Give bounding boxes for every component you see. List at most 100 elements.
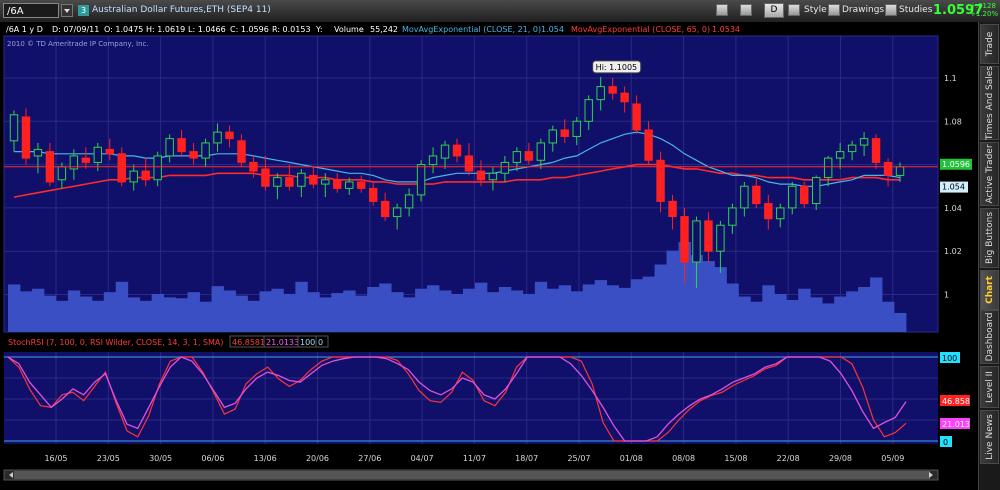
candle-body (440, 144, 450, 159)
side-tab-panel: Trade Times And Sales Active Trader Big … (978, 22, 1000, 490)
symbol-dropdown-icon[interactable] (61, 4, 73, 17)
lower-pane-background (4, 352, 938, 444)
date-tick-label: 27/06 (358, 454, 381, 463)
candle-body (261, 168, 270, 187)
volume-bar (738, 296, 751, 332)
tab-trade[interactable]: Trade (980, 24, 999, 64)
tab-big-buttons[interactable]: Big Buttons (980, 208, 999, 268)
volume-bar (894, 312, 907, 332)
candle-body (416, 164, 426, 196)
volume-bar (379, 283, 392, 332)
volume-bar (31, 288, 45, 332)
lower-header: StochRSI (7, 100, 0, RSI Wilder, CLOSE, … (4, 335, 938, 349)
axis-badge-k: 46.858 (942, 397, 970, 406)
volume-bar (726, 283, 739, 332)
price-tick-label: 1.04 (944, 204, 962, 213)
volume-bar (415, 288, 428, 332)
tab-active-trader[interactable]: Active Trader (980, 142, 999, 206)
volume-bar (439, 290, 452, 332)
high-marker: Hi: 1.1005 (592, 60, 642, 74)
header-ema65-label: MovAvgExponential (CLOSE, 65, 0) (571, 25, 710, 34)
candle-body (392, 207, 402, 218)
stochrsi-k-value: 46.8581 (232, 338, 265, 347)
candle-body (345, 181, 354, 189)
date-tick-label: 18/07 (515, 454, 538, 463)
ema-badge-label: 1.054 (942, 183, 965, 192)
scrollbar-thumb[interactable] (14, 471, 930, 479)
candle-body (680, 216, 689, 263)
candle-body (536, 142, 546, 161)
volume-bar (295, 281, 308, 332)
volume-bar (522, 293, 536, 332)
studies-menu[interactable]: Studies (899, 5, 932, 16)
candle-body (141, 170, 150, 181)
share-icon[interactable] (740, 4, 752, 16)
volume-bar (630, 279, 643, 332)
header-ema65-value: 1.0534 (712, 25, 740, 34)
tab-chart[interactable]: Chart (980, 270, 999, 310)
candle-body (33, 148, 43, 157)
candle-body (488, 172, 498, 181)
candle (800, 181, 809, 208)
date-tick-label: 05/09 (881, 454, 904, 463)
chart-toolbar: /6A 3 Australian Dollar Futures,ETH (SEP… (0, 0, 1000, 22)
price-tick-label: 1.02 (944, 247, 962, 256)
date-tick-label: 22/08 (777, 454, 800, 463)
candle-body (333, 179, 342, 189)
candle-body (81, 157, 91, 163)
volume-bar (271, 288, 284, 332)
studies-icon[interactable] (885, 4, 897, 16)
stochrsi-label: StochRSI (7, 100, 0, RSI Wilder, CLOSE, … (8, 338, 224, 347)
volume-bar (774, 293, 787, 332)
candle-body (368, 187, 378, 202)
pencil-icon[interactable] (828, 4, 840, 16)
candle-body (404, 194, 414, 209)
volume-bar (403, 297, 416, 332)
candle-body (357, 181, 366, 189)
stochrsi-ob-value: 100 (300, 338, 315, 347)
candle-body (297, 172, 306, 187)
price-chart[interactable]: /6A 1 y D D: 07/09/11 O: 1.0475 H: 1.061… (0, 22, 978, 490)
date-tick-label: 16/05 (44, 454, 67, 463)
tab-times-and-sales[interactable]: Times And Sales (980, 66, 999, 140)
candle-body (153, 155, 162, 181)
tab-level-ii[interactable]: Level II (980, 366, 999, 408)
candle-body (620, 92, 629, 103)
volume-bar (211, 286, 224, 332)
volume-bar (486, 292, 500, 332)
volume-bar (762, 285, 775, 332)
volume-bar (343, 290, 356, 332)
candle-body (752, 185, 761, 205)
period-button[interactable]: D (764, 3, 784, 18)
volume-bar (786, 299, 799, 332)
header-volume-value: 55,242 (370, 25, 398, 34)
candle-body (847, 144, 857, 153)
stochrsi-d-value: 21.0133 (266, 338, 299, 347)
date-tick-label: 01/08 (620, 454, 643, 463)
tab-live-news[interactable]: Live News (980, 410, 999, 464)
date-tick-label: 20/06 (306, 454, 329, 463)
candle-body (632, 103, 641, 131)
volume-bar (498, 287, 512, 332)
style-menu[interactable]: Style (804, 5, 827, 16)
candle-body (93, 146, 103, 163)
volume-bar (247, 300, 260, 332)
header-close: C: 1.0596 (230, 25, 269, 34)
volume-bar (654, 264, 667, 332)
tab-dashboard[interactable]: Dashboard (980, 310, 999, 364)
candle-body (668, 200, 677, 218)
grid-icon[interactable] (788, 4, 800, 16)
volume-bar (43, 295, 57, 332)
volume-bar (858, 287, 871, 332)
horizontal-scrollbar[interactable] (3, 469, 939, 481)
candle-body (692, 220, 701, 263)
volume-bar (283, 293, 296, 332)
list-icon[interactable] (716, 4, 728, 16)
candle-body (321, 179, 330, 185)
candle-body (572, 120, 581, 137)
link-badge[interactable]: 3 (78, 5, 89, 16)
drawings-menu[interactable]: Drawings (842, 5, 884, 16)
lower-axis: 100 46.858 21.013 0 (940, 352, 970, 447)
symbol-input[interactable]: /6A (3, 3, 59, 18)
candle-body (237, 140, 246, 163)
